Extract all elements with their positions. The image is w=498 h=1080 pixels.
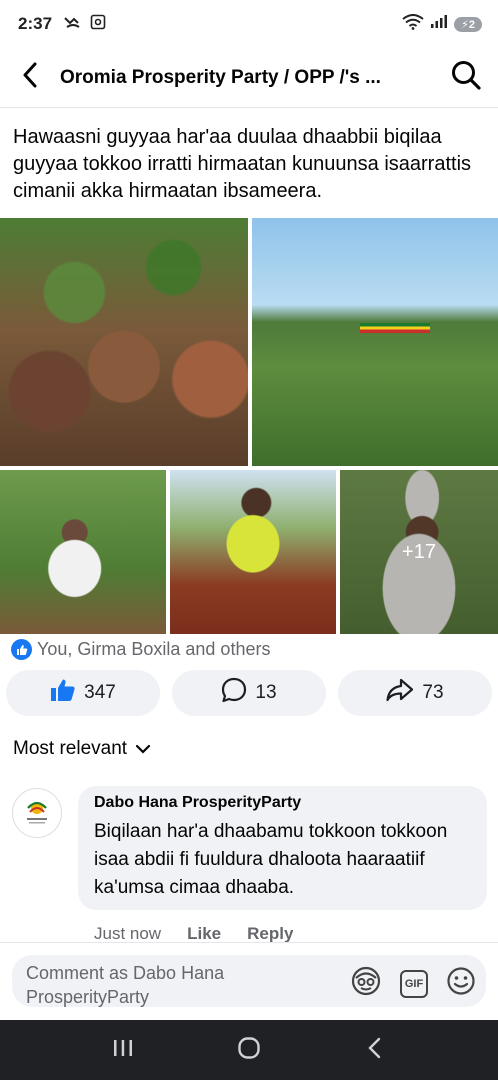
comment-reply-button[interactable]: Reply: [247, 924, 293, 944]
like-button[interactable]: 347: [6, 670, 160, 716]
gif-icon[interactable]: GIF: [400, 969, 428, 998]
post-photo-3[interactable]: [0, 470, 166, 634]
thumbs-up-icon: [50, 678, 76, 708]
comment-meta: Just now Like Reply: [94, 924, 293, 944]
missed-call-icon: [64, 14, 82, 34]
status-time: 2:37: [18, 14, 53, 33]
more-photos-count: +17: [402, 540, 436, 563]
comment-button[interactable]: 13: [172, 670, 326, 716]
share-count: 73: [422, 682, 444, 703]
comment-placeholder: Comment as Dabo Hana ProsperityParty: [26, 963, 225, 1007]
home-icon: [237, 1036, 261, 1065]
back-arrow-icon: [22, 62, 38, 93]
back-button[interactable]: [0, 48, 60, 108]
like-count: 347: [84, 682, 116, 703]
share-arrow-icon: [386, 678, 414, 708]
wifi-icon: [402, 13, 424, 35]
comment-icon: [221, 677, 247, 709]
system-nav-bar: [0, 1020, 498, 1080]
like-reaction-icon: [11, 639, 32, 660]
header: Oromia Prosperity Party / OPP /'s ...: [0, 48, 498, 108]
comment-count: 13: [255, 682, 277, 703]
status-bar: 2:37 ⚡2: [0, 0, 498, 48]
system-back-button[interactable]: [355, 1030, 395, 1070]
search-button[interactable]: [434, 48, 498, 108]
comment-input[interactable]: Comment as Dabo Hana ProsperityParty GIF: [12, 955, 486, 1007]
chevron-down-icon: [135, 738, 151, 760]
battery-icon: ⚡2: [454, 16, 482, 32]
post-photo-4[interactable]: [170, 470, 336, 634]
back-chevron-icon: [367, 1037, 383, 1064]
avatar[interactable]: [12, 788, 62, 838]
comment-author[interactable]: Dabo Hana ProsperityParty: [94, 794, 473, 812]
emoji-icon[interactable]: [446, 966, 476, 1001]
comment-bubble[interactable]: Dabo Hana ProsperityParty Biqilaan har'a…: [78, 786, 487, 910]
comment-sort-dropdown[interactable]: Most relevant: [13, 738, 151, 760]
sort-label: Most relevant: [13, 738, 128, 759]
comment-time: Just now: [94, 924, 162, 943]
party-logo-icon: [20, 794, 54, 833]
flag-image: [360, 323, 430, 333]
comment-text: Biqilaan har'a dhaabamu tokkoon tokkoon …: [94, 821, 448, 898]
more-photos-overlay[interactable]: +17: [340, 470, 498, 634]
screenshot-icon: [90, 14, 106, 35]
search-icon: [450, 59, 482, 96]
post-photo-5[interactable]: +17: [340, 470, 498, 634]
share-button[interactable]: 73: [338, 670, 492, 716]
post-text: Hawaasni guyyaa har'aa duulaa dhaabbii b…: [13, 126, 472, 202]
recent-apps-button[interactable]: [103, 1030, 143, 1070]
reactions-summary[interactable]: You, Girma Boxila and others: [11, 639, 270, 660]
page-title: Oromia Prosperity Party / OPP /'s ...: [60, 66, 381, 88]
home-button[interactable]: [229, 1030, 269, 1070]
signal-icon: [430, 14, 448, 34]
post-photo-1[interactable]: [0, 218, 248, 466]
avatar-sticker-icon[interactable]: [350, 965, 382, 1002]
post-photo-2[interactable]: [252, 218, 498, 466]
recent-apps-icon: [112, 1038, 134, 1063]
comment-like-button[interactable]: Like: [187, 924, 221, 944]
reactions-text: You, Girma Boxila and others: [37, 639, 271, 659]
comment-composer-bar: Comment as Dabo Hana ProsperityParty GIF: [0, 942, 498, 1020]
